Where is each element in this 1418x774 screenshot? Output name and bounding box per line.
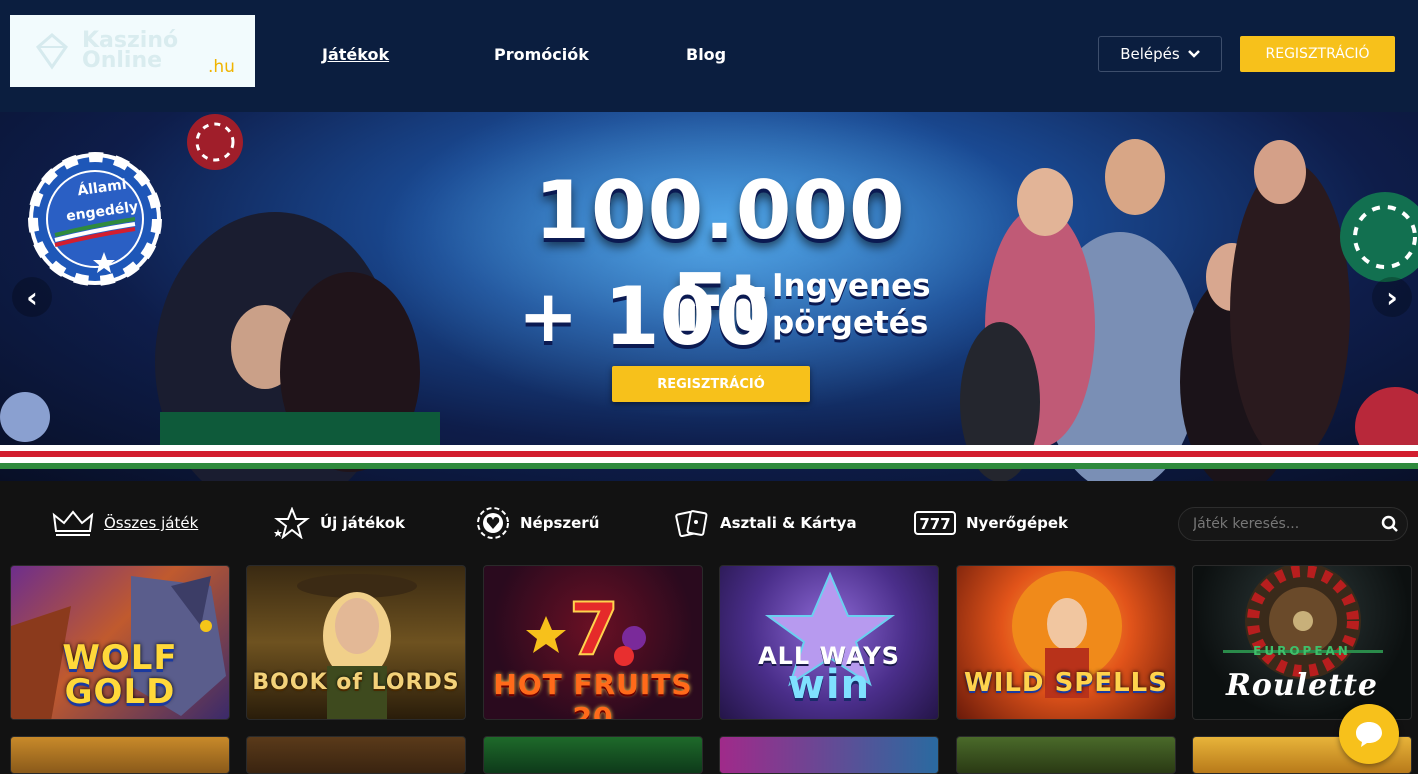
svg-text:7: 7	[569, 587, 619, 671]
game-tile-book-of-lords[interactable]: BOOK of LORDS	[246, 565, 466, 720]
game-title-line2: GOLD	[64, 672, 176, 712]
crown-icon	[52, 510, 94, 536]
game-tile[interactable]	[719, 736, 939, 774]
game-search-input[interactable]	[1193, 514, 1373, 534]
heart-chip-icon	[477, 507, 509, 539]
hero-plus: +	[518, 274, 579, 358]
game-search[interactable]	[1178, 507, 1408, 541]
hero-spins-line1: Ingyenes	[772, 268, 931, 304]
game-tile-european-roulette[interactable]: EUROPEAN Roulette	[1192, 565, 1412, 720]
game-tile-hot-fruits-20[interactable]: 7 HOT FRUITS 20	[483, 565, 703, 720]
game-tile-wild-spells[interactable]: WILD SPELLS	[956, 565, 1176, 720]
category-label: Összes játék	[104, 514, 199, 532]
game-title: BOOK of LORDS	[252, 670, 460, 695]
login-button[interactable]: Belépés	[1098, 36, 1222, 72]
site-logo[interactable]: Kaszinó Online .hu	[10, 15, 255, 87]
category-label: Nyerőgépek	[966, 514, 1069, 532]
carousel-prev-icon[interactable]: ‹	[12, 277, 52, 317]
hero-spins-line2: pörgetés	[772, 305, 929, 341]
nav-promotions[interactable]: Promóciók	[494, 45, 589, 64]
game-tile[interactable]	[10, 736, 230, 774]
nav-games[interactable]: Játékok	[322, 45, 389, 64]
game-tile[interactable]	[483, 736, 703, 774]
game-title-line2: Roulette	[1225, 668, 1379, 703]
hero-banner[interactable]: Állami engedély 100.000 Ft + 100 Ingyene…	[0, 112, 1418, 481]
register-button[interactable]: REGISZTRÁCIÓ	[1240, 36, 1395, 72]
site-header: Kaszinó Online .hu Játékok Promóciók Blo…	[0, 0, 1418, 112]
category-label: Asztali & Kártya	[720, 514, 857, 532]
hero-spins-count: 100	[604, 270, 771, 363]
diamond-logo-icon	[35, 33, 69, 70]
lords-art	[297, 574, 417, 719]
carousel-next-icon[interactable]: ›	[1372, 277, 1412, 317]
category-popular[interactable]: Népszerű	[476, 507, 600, 539]
category-label: Új játékok	[320, 514, 406, 532]
game-title: HOT FRUITS 20	[493, 668, 693, 720]
game-tile[interactable]	[246, 736, 466, 774]
login-label: Belépés	[1120, 45, 1180, 63]
category-table-cards[interactable]: Asztali & Kártya	[674, 508, 857, 538]
hero-register-button[interactable]: REGISZTRÁCIÓ	[612, 366, 810, 402]
category-all-games[interactable]: Összes játék	[52, 508, 198, 538]
search-icon[interactable]	[1381, 515, 1399, 533]
game-tile-all-ways-win[interactable]: ALL WAYS win	[719, 565, 939, 720]
game-title-line2: win	[787, 662, 871, 708]
game-title: WILD SPELLS	[964, 668, 1168, 698]
category-slots[interactable]: 777 Nyerőgépek	[914, 508, 1068, 538]
slot-777-icon: 777	[914, 511, 956, 535]
chat-icon	[1356, 722, 1382, 747]
stars-icon	[274, 507, 310, 539]
svg-text:777: 777	[919, 515, 950, 533]
live-chat-button[interactable]	[1339, 704, 1399, 764]
category-label: Népszerű	[520, 514, 600, 532]
logo-tld: .hu	[208, 57, 235, 77]
nav-blog[interactable]: Blog	[686, 45, 726, 64]
cards-icon	[675, 510, 708, 538]
chevron-down-icon	[1187, 50, 1200, 58]
category-new-games[interactable]: Új játékok	[272, 507, 406, 539]
game-title: EUROPEAN	[1253, 644, 1351, 658]
game-tile-wolf-gold[interactable]: WOLF GOLD	[10, 565, 230, 720]
game-tile[interactable]	[956, 736, 1176, 774]
